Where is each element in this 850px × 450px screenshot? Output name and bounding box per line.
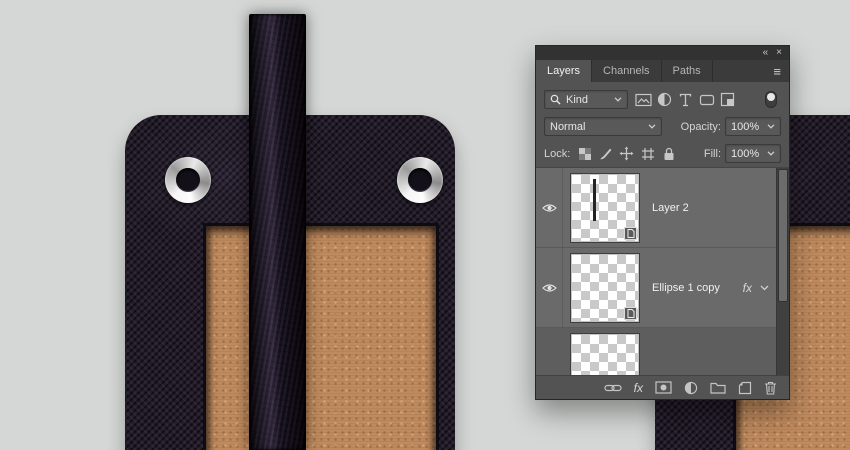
layer-fx-badge[interactable]: fx bbox=[743, 281, 752, 295]
layer-row[interactable]: Ellipse 1 copy fx bbox=[536, 248, 789, 328]
add-layer-mask-icon[interactable] bbox=[655, 381, 672, 394]
tab-layers[interactable]: Layers bbox=[536, 60, 592, 82]
fx-expand-chevron-icon[interactable] bbox=[760, 285, 769, 291]
eye-icon bbox=[542, 203, 557, 213]
tab-channels[interactable]: Channels bbox=[592, 60, 661, 82]
new-adjustment-layer-icon[interactable] bbox=[684, 381, 698, 395]
canvas-grommet-right bbox=[397, 157, 443, 203]
eye-icon bbox=[542, 283, 557, 293]
filter-toggle-knob bbox=[767, 93, 775, 101]
blend-mode-select[interactable]: Normal bbox=[544, 117, 662, 136]
lock-transparency-icon[interactable] bbox=[574, 145, 595, 163]
filter-adjustment-layers-icon[interactable] bbox=[654, 90, 675, 109]
panel-title-bar[interactable]: « × bbox=[536, 46, 789, 60]
layer-thumbnail[interactable] bbox=[571, 174, 639, 242]
thumbnail-badge-icon bbox=[624, 227, 637, 240]
thumbnail-badge-icon bbox=[624, 307, 637, 320]
layer-list: Layer 2 Ellipse 1 copy fx bbox=[536, 167, 789, 376]
chevron-down-icon bbox=[767, 124, 775, 129]
layer-thumbnail[interactable] bbox=[571, 334, 639, 376]
panel-toolbars: Kind bbox=[536, 82, 789, 163]
layer-row[interactable]: Layer 2 bbox=[536, 168, 789, 248]
layer-thumbnail[interactable] bbox=[571, 254, 639, 322]
lock-pixels-brush-icon[interactable] bbox=[595, 145, 616, 163]
scrollbar[interactable] bbox=[776, 168, 789, 376]
panel-tab-bar: Layers Channels Paths ≡ bbox=[536, 60, 789, 82]
layer-name[interactable]: Layer 2 bbox=[652, 168, 689, 247]
lock-all-padlock-icon[interactable] bbox=[658, 145, 679, 163]
filter-toggle[interactable] bbox=[765, 91, 777, 108]
fill-label: Fill: bbox=[704, 148, 721, 160]
fill-value: 100% bbox=[731, 148, 759, 160]
panel-menu-icon[interactable]: ≡ bbox=[773, 65, 789, 78]
layers-panel-footer: fx bbox=[536, 375, 789, 399]
lock-artboard-icon[interactable] bbox=[637, 145, 658, 163]
opacity-label: Opacity: bbox=[681, 121, 721, 133]
opacity-select[interactable]: 100% bbox=[725, 117, 781, 136]
photoshop-workspace: « × Layers Channels Paths ≡ Kind bbox=[0, 0, 850, 450]
lock-label: Lock: bbox=[544, 148, 570, 160]
chevron-down-icon bbox=[614, 97, 622, 102]
filter-type-layers-icon[interactable] bbox=[675, 90, 696, 109]
chevron-down-icon bbox=[648, 124, 656, 129]
new-layer-icon[interactable] bbox=[738, 381, 752, 395]
lock-position-move-icon[interactable] bbox=[616, 145, 637, 163]
collapse-panel-icon[interactable]: « bbox=[763, 48, 768, 58]
thumbnail-content-line bbox=[593, 179, 596, 221]
blend-mode-value: Normal bbox=[550, 121, 585, 133]
filter-kind-select[interactable]: Kind bbox=[544, 90, 628, 109]
filter-row: Kind bbox=[544, 90, 781, 109]
lock-row: Lock: Fill: 100% bbox=[544, 144, 781, 163]
layer-row[interactable] bbox=[536, 328, 789, 376]
scrollbar-thumb[interactable] bbox=[778, 169, 788, 302]
tab-paths[interactable]: Paths bbox=[662, 60, 713, 82]
layer-name[interactable]: Ellipse 1 copy bbox=[652, 248, 720, 327]
layer-style-fx-icon[interactable]: fx bbox=[634, 381, 643, 395]
delete-layer-trash-icon[interactable] bbox=[764, 381, 777, 395]
new-group-folder-icon[interactable] bbox=[710, 381, 726, 394]
link-layers-icon[interactable] bbox=[604, 383, 622, 393]
canvas-grommet-left bbox=[165, 157, 211, 203]
canvas-cork-panel bbox=[203, 223, 439, 450]
filter-smart-object-icon[interactable] bbox=[717, 90, 738, 109]
canvas-strap[interactable] bbox=[249, 14, 306, 450]
search-icon bbox=[550, 94, 561, 105]
filter-shape-layers-icon[interactable] bbox=[696, 90, 717, 109]
visibility-toggle[interactable] bbox=[536, 248, 563, 327]
filter-pixel-layers-icon[interactable] bbox=[633, 90, 654, 109]
opacity-value: 100% bbox=[731, 121, 759, 133]
filter-kind-label: Kind bbox=[566, 94, 588, 106]
blend-row: Normal Opacity: 100% bbox=[544, 117, 781, 136]
fill-select[interactable]: 100% bbox=[725, 144, 781, 163]
visibility-toggle[interactable] bbox=[536, 168, 563, 247]
layers-panel: « × Layers Channels Paths ≡ Kind bbox=[535, 45, 790, 400]
chevron-down-icon bbox=[767, 151, 775, 156]
close-panel-icon[interactable]: × bbox=[776, 48, 782, 58]
